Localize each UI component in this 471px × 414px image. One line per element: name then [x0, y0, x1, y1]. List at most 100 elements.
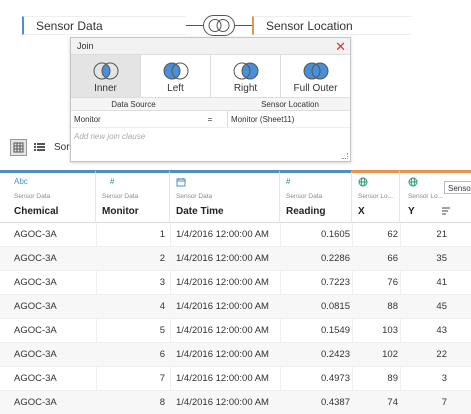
column-field: Monitor	[102, 206, 139, 217]
cell-x: 76	[387, 277, 398, 288]
join-type-right[interactable]: Right	[211, 55, 281, 97]
join-type-label: Left	[167, 83, 184, 94]
join-venn-icon[interactable]	[203, 15, 235, 36]
cell-reading: 0.4387	[320, 397, 350, 408]
join-clause-header: Data Source Sensor Location	[71, 98, 350, 111]
add-join-clause[interactable]: Add new join clause	[71, 128, 350, 145]
cell-reading: 0.4973	[320, 373, 350, 384]
grid-header: Abc Sensor Data Chemical # Sensor Data M…	[0, 170, 471, 223]
cell-reading: 0.1549	[320, 325, 350, 336]
cell-date-time: 1/4/2016 12:00:00 AM	[176, 253, 269, 264]
join-clause-row[interactable]: Monitor = Monitor (Sheet11)	[71, 111, 350, 128]
cell-date-time: 1/4/2016 12:00:00 AM	[176, 229, 269, 240]
column-header-monitor[interactable]: # Sensor Data Monitor	[96, 170, 170, 223]
column-tooltip: Senso	[444, 181, 471, 194]
cell-y: 7	[441, 397, 447, 408]
cell-reading: 0.7223	[320, 277, 350, 288]
column-source: Sensor Data	[102, 193, 139, 200]
cell-date-time: 1/4/2016 12:00:00 AM	[176, 301, 269, 312]
cell-monitor: 8	[159, 397, 165, 408]
globe-icon[interactable]	[408, 177, 418, 189]
data-grid: Abc Sensor Data Chemical # Sensor Data M…	[0, 170, 471, 414]
number-type-icon[interactable]: #	[286, 177, 290, 186]
close-icon[interactable]: ✕	[335, 38, 346, 55]
clause-operator[interactable]: =	[193, 111, 227, 127]
table-row[interactable]: AGOC-3A 7 1/4/2016 12:00:00 AM 0.4973 89 3	[0, 367, 471, 391]
cell-date-time: 1/4/2016 12:00:00 AM	[176, 349, 269, 360]
left-table-pill[interactable]: Sensor Data	[22, 16, 186, 35]
left-table-name: Sensor Data	[36, 19, 103, 33]
table-row[interactable]: AGOC-3A 1 1/4/2016 12:00:00 AM 0.1605 62 21	[0, 223, 471, 247]
column-header-y[interactable]: Sensor Lo... Y	[400, 170, 471, 223]
sort-label[interactable]: Sor	[54, 142, 70, 153]
sort-menu-icon[interactable]	[441, 206, 451, 219]
cell-y: 43	[436, 325, 447, 336]
cell-chemical: AGOC-3A	[14, 253, 57, 264]
cell-monitor: 5	[159, 325, 165, 336]
column-source: Sensor Data	[14, 193, 51, 200]
cell-monitor: 6	[159, 349, 165, 360]
column-header-reading[interactable]: # Sensor Data Reading	[280, 170, 352, 223]
clause-right-field[interactable]: Monitor (Sheet11)	[227, 111, 350, 127]
cell-x: 74	[387, 397, 398, 408]
join-dialog-title-bar: Join ✕	[71, 38, 350, 55]
column-source: Sensor Data	[176, 193, 213, 200]
cell-chemical: AGOC-3A	[14, 373, 57, 384]
globe-icon[interactable]	[358, 177, 368, 189]
clause-left-field[interactable]: Monitor	[71, 111, 193, 127]
cell-y: 45	[436, 301, 447, 312]
join-connector-left	[186, 25, 204, 26]
column-field: Y	[408, 206, 415, 217]
join-dialog: Join ✕ Inner Left Right Full Outer Data …	[70, 37, 351, 162]
join-dialog-title: Join	[77, 41, 94, 51]
column-header-x[interactable]: Sensor Lo... X	[352, 170, 400, 223]
cell-monitor: 4	[159, 301, 165, 312]
join-connector-right	[234, 25, 252, 26]
column-header-chemical[interactable]: Abc Sensor Data Chemical	[0, 170, 96, 223]
join-type-label: Full Outer	[293, 83, 338, 94]
cell-monitor: 1	[159, 229, 165, 240]
table-row[interactable]: AGOC-3A 8 1/4/2016 12:00:00 AM 0.4387 74 7	[0, 391, 471, 414]
join-type-inner[interactable]: Inner	[71, 55, 141, 97]
table-row[interactable]: AGOC-3A 4 1/4/2016 12:00:00 AM 0.0815 88 45	[0, 295, 471, 319]
number-type-icon[interactable]: #	[110, 177, 114, 186]
right-table-pill[interactable]: Sensor Location	[252, 16, 412, 35]
cell-chemical: AGOC-3A	[14, 277, 57, 288]
join-type-label: Right	[233, 83, 258, 94]
cell-monitor: 3	[159, 277, 165, 288]
cell-date-time: 1/4/2016 12:00:00 AM	[176, 277, 269, 288]
clause-header-left: Data Source	[111, 100, 156, 109]
table-row[interactable]: AGOC-3A 5 1/4/2016 12:00:00 AM 0.1549 103 43	[0, 319, 471, 343]
table-row[interactable]: AGOC-3A 2 1/4/2016 12:00:00 AM 0.2286 66 35	[0, 247, 471, 271]
cell-x: 103	[382, 325, 398, 336]
join-type-full-outer[interactable]: Full Outer	[281, 55, 350, 97]
list-view-icon[interactable]	[32, 139, 49, 156]
calendar-icon[interactable]	[176, 177, 186, 189]
table-row[interactable]: AGOC-3A 3 1/4/2016 12:00:00 AM 0.7223 76 41	[0, 271, 471, 295]
column-field: Date Time	[176, 206, 224, 217]
column-header-date-time[interactable]: Sensor Data Date Time	[170, 170, 280, 223]
cell-y: 22	[436, 349, 447, 360]
table-row[interactable]: AGOC-3A 6 1/4/2016 12:00:00 AM 0.2423 102 22	[0, 343, 471, 367]
cell-date-time: 1/4/2016 12:00:00 AM	[176, 325, 269, 336]
string-type-icon[interactable]: Abc	[14, 177, 28, 186]
cell-reading: 0.0815	[320, 301, 350, 312]
column-field: Reading	[286, 206, 326, 217]
cell-reading: 0.2286	[320, 253, 350, 264]
grid-view-icon[interactable]	[10, 139, 27, 156]
resize-grip-icon[interactable]	[342, 153, 348, 159]
full-outer-join-icon	[303, 62, 328, 80]
inner-join-icon	[93, 62, 118, 80]
cell-x: 66	[387, 253, 398, 264]
join-type-left[interactable]: Left	[141, 55, 211, 97]
cell-x: 89	[387, 373, 398, 384]
join-type-selector: Inner Left Right Full Outer	[71, 55, 350, 98]
cell-y: 35	[436, 253, 447, 264]
cell-x: 102	[382, 349, 398, 360]
cell-date-time: 1/4/2016 12:00:00 AM	[176, 397, 269, 408]
cell-date-time: 1/4/2016 12:00:00 AM	[176, 373, 269, 384]
cell-reading: 0.1605	[320, 229, 350, 240]
right-table-name: Sensor Location	[266, 19, 353, 33]
left-join-icon	[163, 62, 188, 80]
cell-monitor: 2	[159, 253, 165, 264]
